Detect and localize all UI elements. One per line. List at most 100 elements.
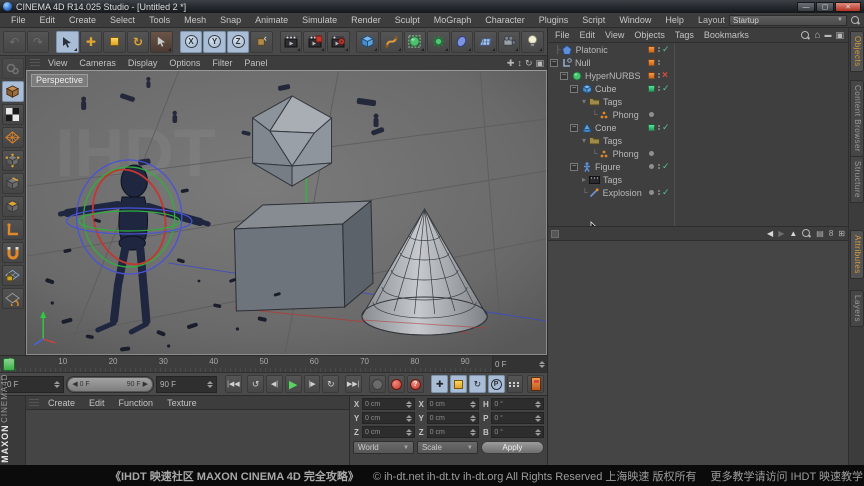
key-parameter-button[interactable]: P [487,375,505,393]
snap-magnet-button[interactable] [1,242,24,263]
polygons-mode-button[interactable] [1,196,24,217]
key-rotation-button[interactable]: ↻ [468,375,486,393]
make-editable-button[interactable] [1,58,24,79]
axis-mode-button[interactable] [1,219,24,240]
menu-item[interactable]: Edit [33,13,63,27]
autokey-button[interactable] [388,375,405,393]
menu-item[interactable]: File [4,13,33,27]
attr-search-icon[interactable] [802,229,811,238]
menu-item[interactable]: Sculpt [388,13,427,27]
object-manager-menu-item[interactable]: Tags [670,30,699,40]
attr-mode-icon[interactable] [551,229,559,238]
tab-attributes[interactable]: Attributes [850,230,864,279]
close-button[interactable]: ✕ [835,1,861,12]
om-path-icon[interactable]: ▬ [824,32,831,39]
rotate-tool-button[interactable]: ↻ [126,30,150,53]
next-frame-button[interactable]: |▶ [303,375,321,393]
add-cube-primitive-button[interactable] [356,30,379,53]
panel-handle-icon[interactable] [29,398,39,407]
model-mode-button[interactable] [1,81,24,102]
om-search-icon[interactable] [801,30,810,40]
rot-p-field[interactable]: 0 ° [491,412,545,424]
add-modifier-button[interactable] [427,30,450,53]
workplane-lock-button[interactable] [1,265,24,286]
expander-icon[interactable]: − [560,71,568,80]
undo-button[interactable]: ↶ [3,30,26,53]
tags-folder-row[interactable]: ▾ Tags [548,95,848,108]
attr-back-icon[interactable]: ◀ [767,229,773,238]
keyframe-presets-button[interactable] [527,375,545,393]
menu-item[interactable]: Snap [213,13,248,27]
attr-new-window-icon[interactable]: ⊞ [838,229,845,238]
object-manager-menu-item[interactable]: Bookmarks [699,30,754,40]
maximize-button[interactable]: ▢ [816,1,834,12]
expander-icon[interactable]: − [550,58,558,67]
state-dot[interactable] [649,190,654,195]
object-row-phong[interactable]: └ Phong [548,147,848,160]
object-manager-menu-item[interactable]: File [550,30,575,40]
last-tool-button[interactable] [150,30,173,53]
state-dot[interactable] [649,112,654,117]
attr-up-icon[interactable]: ▲ [789,229,797,238]
tag-icon[interactable] [648,72,655,79]
tag-icon[interactable] [648,59,655,66]
viewport-canvas[interactable]: Perspective IHDT [26,70,547,355]
viewport-menu-item[interactable]: Cameras [73,58,122,68]
apply-button[interactable]: Apply [480,441,544,454]
tags-folder-row[interactable]: ▸ Tags [548,173,848,186]
redo-button[interactable]: ↷ [26,30,50,53]
move-tool-button[interactable]: ✚ [79,30,103,53]
tag-icon[interactable] [648,85,655,92]
viewport-menu-item[interactable]: Filter [206,58,238,68]
tab-layers[interactable]: Layers [850,290,864,328]
coordinate-space-select[interactable]: World ▼ [353,441,414,454]
previous-frame-button[interactable]: ◀| [266,375,283,393]
menu-item[interactable]: Create [62,13,103,27]
texture-mode-button[interactable] [1,104,24,125]
add-environment-button[interactable] [474,30,497,53]
render-view-button[interactable] [279,30,303,53]
size-y-field[interactable]: 0 cm [426,412,480,424]
keyframe-selection-button[interactable]: ? [406,375,424,393]
frame-start-field[interactable]: 0 F [3,375,65,393]
expander-icon[interactable]: − [570,84,578,93]
viewport-menu-item[interactable]: Options [163,58,206,68]
object-row-cube[interactable]: − Cube ✓ [548,82,848,95]
points-mode-button[interactable] [1,150,24,171]
object-row-platonic[interactable]: ├ Platonic ✓ [548,43,848,56]
object-manager-menu-item[interactable]: Objects [629,30,670,40]
size-mode-select[interactable]: Scale ▼ [416,441,478,454]
workplane-rotate-button[interactable] [1,288,24,309]
object-row-figure[interactable]: − Figure ✓ [548,160,848,173]
live-selection-button[interactable] [56,30,79,53]
menu-item[interactable]: Plugins [532,13,576,27]
panel-handle-icon[interactable] [30,59,40,67]
material-menu-item[interactable]: Edit [82,398,112,408]
attr-lock-icon[interactable]: ▤ [816,229,824,238]
menu-item[interactable]: Character [478,13,532,27]
pos-y-field[interactable]: 0 cm [362,412,415,424]
coordinate-system-button[interactable] [250,30,273,53]
attribute-manager-body[interactable] [548,241,848,465]
timeline-ruler[interactable]: 0 10 20 30 40 50 60 70 80 90 0 F [0,355,547,372]
menu-item[interactable]: Animate [248,13,295,27]
menu-item[interactable]: Script [575,13,612,27]
om-home-icon[interactable]: ⌂ [814,30,820,41]
size-x-field[interactable]: 0 cm [426,398,480,410]
viewport-menu-item[interactable]: Panel [238,58,273,68]
z-axis-lock-button[interactable]: Z [226,30,250,53]
render-to-picture-viewer-button[interactable] [303,30,326,53]
object-row-null[interactable]: − Null [548,56,848,69]
key-position-button[interactable]: ✚ [431,375,449,393]
tags-folder-row[interactable]: ▾ Tags [548,134,848,147]
scale-tool-button[interactable] [103,30,126,53]
frame-end-field[interactable]: 90 F [156,375,218,393]
object-manager-menu-item[interactable]: Edit [575,30,601,40]
object-row-hypernurbs[interactable]: − HyperNURBS × [548,69,848,82]
add-spline-button[interactable] [380,30,403,53]
search-icon[interactable] [851,15,860,25]
menu-item[interactable]: Simulate [295,13,344,27]
menu-item[interactable]: MoGraph [427,13,479,27]
y-axis-lock-button[interactable]: Y [203,30,226,53]
menu-item[interactable]: Tools [142,13,177,27]
